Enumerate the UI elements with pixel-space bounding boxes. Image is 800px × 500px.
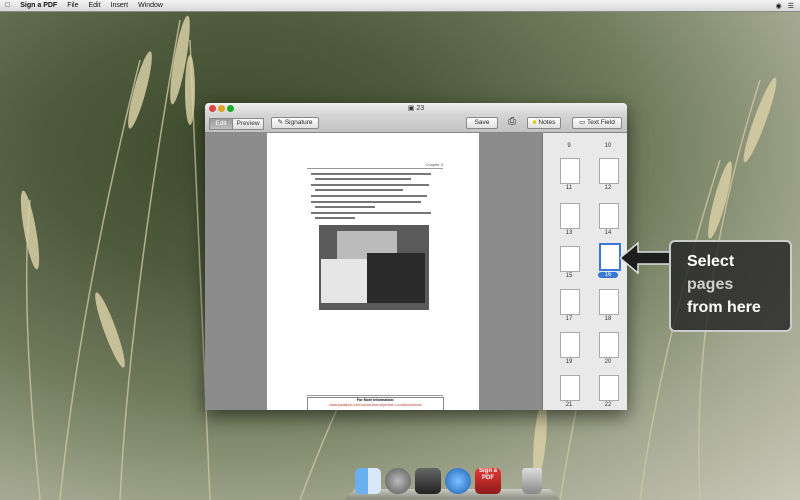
page-thumbnail-selected[interactable] xyxy=(599,243,621,271)
status-icon[interactable]: ◉ xyxy=(776,2,782,10)
pointer-arrow-icon xyxy=(620,241,670,275)
thumb-label: 10 xyxy=(604,143,612,149)
page-thumbnail[interactable] xyxy=(599,203,619,229)
thumb-label: 14 xyxy=(604,230,612,236)
text-line xyxy=(315,206,375,208)
menu-edit[interactable]: Edit xyxy=(83,2,105,9)
preview-mode-tab[interactable]: Preview xyxy=(232,118,264,130)
page-thumbnail[interactable] xyxy=(599,375,619,401)
menu-app-name[interactable]: Sign a PDF xyxy=(15,2,62,9)
print-icon[interactable]: ⎙ xyxy=(505,117,519,127)
menu-file[interactable]: File xyxy=(62,2,83,9)
page-thumbnail[interactable] xyxy=(560,246,580,272)
page-thumbnail[interactable] xyxy=(560,289,580,315)
instruction-callout: Select pages from here xyxy=(669,240,792,332)
text-line xyxy=(311,195,427,197)
page-thumbnail[interactable] xyxy=(560,375,580,401)
thumb-label: 9 xyxy=(567,143,571,149)
text-field-button[interactable]: ▭ Text Field xyxy=(572,117,622,129)
dock: Sign a PDF xyxy=(344,468,561,500)
text-line xyxy=(311,201,421,203)
notes-label: Notes xyxy=(538,119,556,126)
footer-box: For More Information: www.packtpub.com/c… xyxy=(307,397,444,410)
toolbar: Edit Preview ✎ Signature Save ⎙ ■ Notes … xyxy=(205,114,627,133)
trash-icon[interactable] xyxy=(522,468,542,494)
thumb-label: 17 xyxy=(565,316,573,322)
pdf-page[interactable]: Chapter 3 For More Information: www.pack… xyxy=(267,133,479,410)
document-icon: ▣ xyxy=(407,105,415,112)
finder-icon[interactable] xyxy=(355,468,381,494)
notes-button[interactable]: ■ Notes xyxy=(527,117,561,129)
page-thumbnail[interactable] xyxy=(560,158,580,184)
thumb-label: 11 xyxy=(565,185,573,191)
text-line xyxy=(311,212,431,214)
callout-line-3: from here xyxy=(687,299,761,316)
thumbnail-sidebar[interactable]: 9 10 11 12 13 14 15 16 17 18 19 20 21 22 xyxy=(542,133,627,410)
sign-a-pdf-icon-label: Sign a PDF xyxy=(478,468,497,481)
launchpad-icon[interactable] xyxy=(385,468,411,494)
app-window: ▣ 23 Edit Preview ✎ Signature Save ⎙ ■ N… xyxy=(205,103,627,410)
sign-a-pdf-icon[interactable]: Sign a PDF xyxy=(475,468,501,494)
minimize-button[interactable] xyxy=(218,105,225,112)
thumb-label-selected: 16 xyxy=(598,272,618,278)
signature-label: Signature xyxy=(284,119,313,126)
page-thumbnail[interactable] xyxy=(599,289,619,315)
text-line xyxy=(315,217,355,219)
save-button[interactable]: Save xyxy=(466,117,498,129)
screenshot-figure xyxy=(319,225,429,310)
apple-menu-icon[interactable]:  xyxy=(0,2,15,9)
mission-control-icon[interactable] xyxy=(415,468,441,494)
edit-mode-tab[interactable]: Edit xyxy=(209,118,233,130)
app-store-icon[interactable] xyxy=(445,468,471,494)
text-field-icon: ▭ xyxy=(579,119,586,126)
pen-icon: ✎ xyxy=(277,119,283,126)
thumb-label: 15 xyxy=(565,273,573,279)
menu-insert[interactable]: Insert xyxy=(106,2,134,9)
page-thumbnail[interactable] xyxy=(560,332,580,358)
menu-window[interactable]: Window xyxy=(133,2,168,9)
header-rule xyxy=(307,168,443,169)
callout-line-1: Select xyxy=(687,253,735,270)
thumb-label: 22 xyxy=(604,402,612,408)
thumb-label: 12 xyxy=(604,185,612,191)
chapter-header: Chapter 3 xyxy=(425,162,443,167)
footer-rule xyxy=(307,395,443,396)
thumb-label: 21 xyxy=(565,402,573,408)
title-bar: ▣ 23 xyxy=(205,103,627,114)
thumb-label: 19 xyxy=(565,359,573,365)
text-line xyxy=(315,178,411,180)
thumb-label: 18 xyxy=(604,316,612,322)
page-thumbnail[interactable] xyxy=(560,203,580,229)
window-title: 23 xyxy=(416,105,425,112)
text-line xyxy=(315,189,403,191)
signature-button[interactable]: ✎ Signature xyxy=(271,117,319,129)
text-line xyxy=(311,184,429,186)
thumb-label: 20 xyxy=(604,359,612,365)
callout-line-2: pages xyxy=(687,276,734,293)
page-thumbnail[interactable] xyxy=(599,332,619,358)
close-button[interactable] xyxy=(209,105,216,112)
page-thumbnail[interactable] xyxy=(599,158,619,184)
note-icon: ■ xyxy=(532,119,537,126)
wifi-icon[interactable]: ☰ xyxy=(788,2,794,10)
zoom-button[interactable] xyxy=(227,105,234,112)
text-field-label: Text Field xyxy=(587,119,615,126)
document-view[interactable]: Chapter 3 For More Information: www.pack… xyxy=(205,133,542,410)
text-line xyxy=(311,173,431,175)
footer-link[interactable]: www.packtpub.com/cocoa-and-objective-c-c… xyxy=(308,403,443,408)
thumb-label: 13 xyxy=(565,230,573,236)
menu-bar:  Sign a PDF File Edit Insert Window ◉ ☰ xyxy=(0,0,800,12)
